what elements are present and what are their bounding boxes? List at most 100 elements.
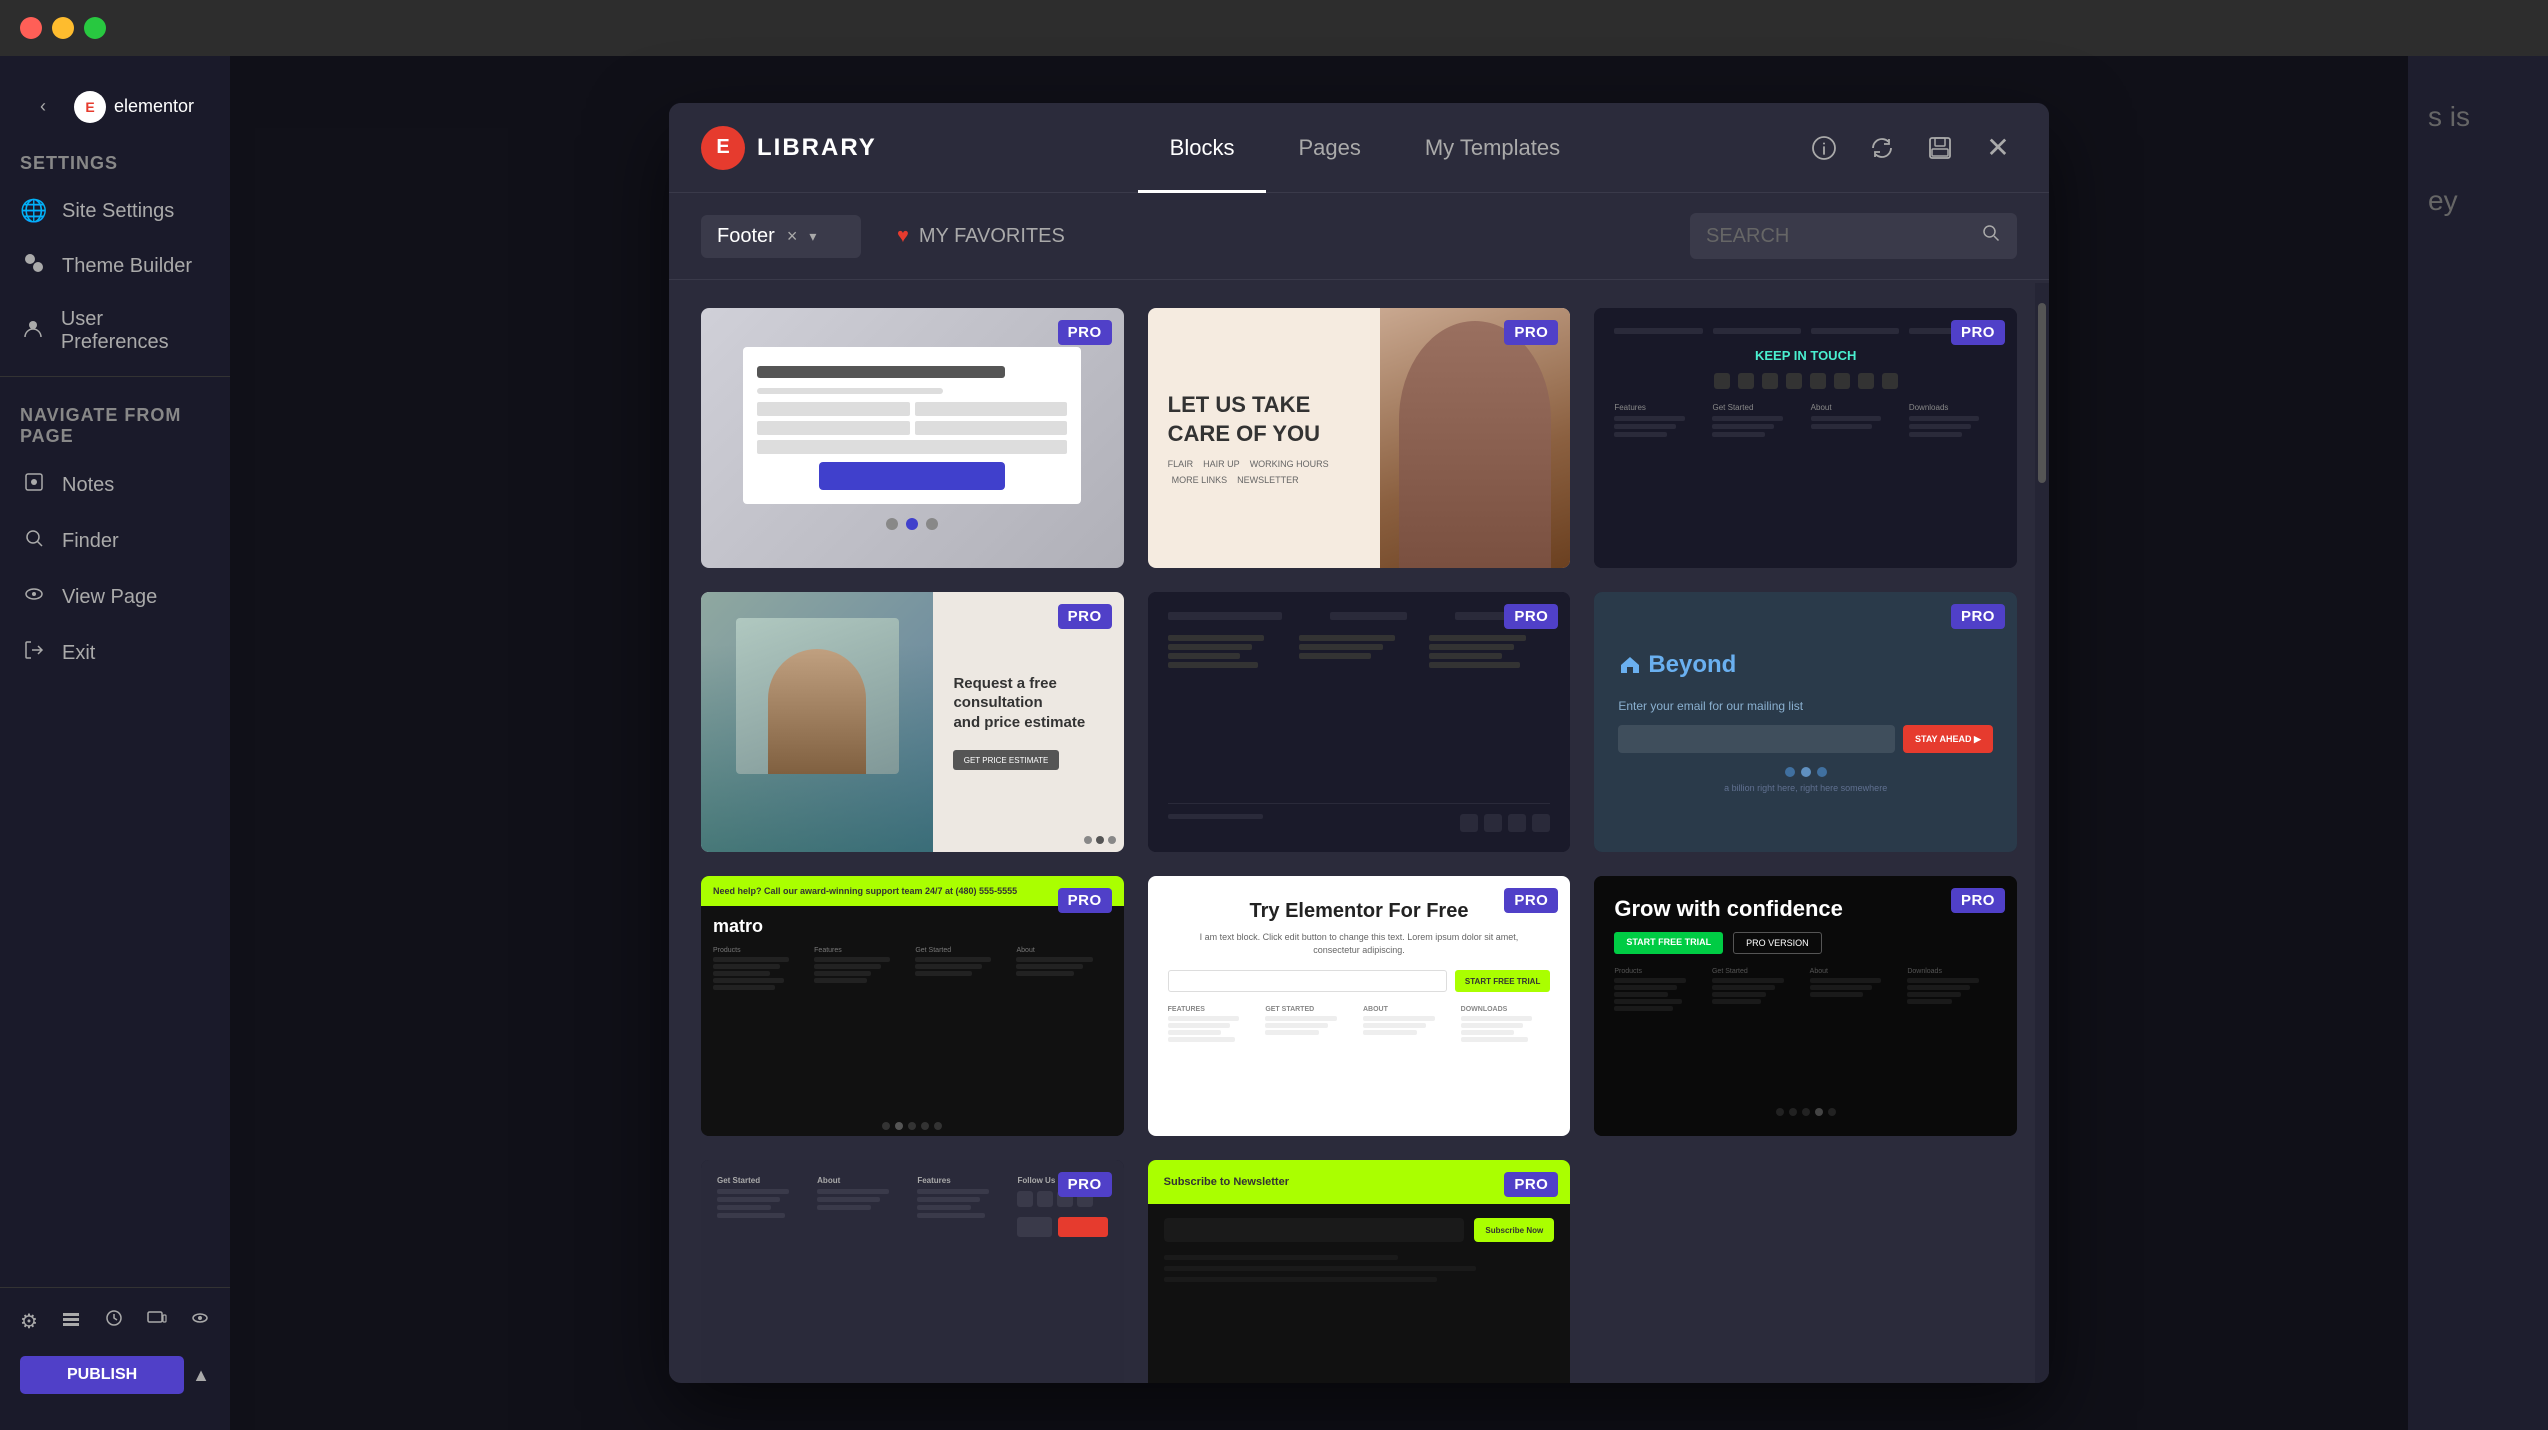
globe-icon: 🌐 xyxy=(20,198,48,224)
sidebar-item-exit[interactable]: Exit xyxy=(0,625,230,681)
template-thumb-footer-dark: KEEP IN TOUCH xyxy=(1594,308,2017,568)
sidebar-item-finder[interactable]: Finder xyxy=(0,513,230,569)
close-button[interactable]: ✕ xyxy=(1979,129,2017,167)
dropdown-arrow-icon: ▾ xyxy=(809,228,816,245)
settings-icon-btn[interactable]: ⚙ xyxy=(20,1309,38,1334)
filter-label: Footer xyxy=(717,225,775,248)
template-card-schedule[interactable]: PRO xyxy=(701,308,1124,568)
template-thumb-schedule xyxy=(701,308,1124,568)
app-title: elementor xyxy=(114,96,194,117)
favorites-label: MY FAVORITES xyxy=(919,225,1065,248)
sidebar-label-view-page: View Page xyxy=(62,586,157,609)
finder-icon xyxy=(20,527,48,555)
sidebar-label-exit: Exit xyxy=(62,642,95,665)
template-card-footer-header[interactable]: Get Started About xyxy=(701,1160,1124,1383)
save-icon-btn[interactable] xyxy=(1921,129,1959,167)
sidebar-bottom: ⚙ xyxy=(0,1269,230,1414)
scrollbar-thumb[interactable] xyxy=(2038,303,2046,483)
favorites-button[interactable]: ♥ MY FAVORITES xyxy=(881,215,1081,258)
tab-pages[interactable]: Pages xyxy=(1266,103,1392,193)
sidebar: ‹ E elementor SETTINGS 🌐 Site Settings T… xyxy=(0,56,230,1430)
info-icon-btn[interactable] xyxy=(1805,129,1843,167)
back-button[interactable]: ‹ xyxy=(20,88,66,125)
template-card-grow[interactable]: Grow with confidence START FREE TRIAL PR… xyxy=(1594,876,2017,1136)
templates-grid: PRO LET US TAKE CARE OF YOU FLAIR HAIR U… xyxy=(701,308,2017,1383)
template-thumb-beyond: Beyond Enter your email for our mailing … xyxy=(1594,592,2017,852)
sidebar-label-user-preferences: User Preferences xyxy=(61,308,210,354)
traffic-light-red[interactable] xyxy=(20,17,42,39)
modal-logo-text: LIBRARY xyxy=(757,134,877,162)
modal-logo: E LIBRARY xyxy=(701,126,877,170)
filter-clear-btn[interactable]: × xyxy=(787,226,798,247)
right-panel-text: s isey xyxy=(2408,56,2548,262)
pro-badge-footer-dark: PRO xyxy=(1951,320,2005,345)
template-thumb-grow: Grow with confidence START FREE TRIAL PR… xyxy=(1594,876,2017,1136)
theme-builder-icon xyxy=(20,252,48,280)
publish-button[interactable]: PUBLISH xyxy=(20,1356,184,1394)
traffic-light-yellow[interactable] xyxy=(52,17,74,39)
sync-icon-btn[interactable] xyxy=(1863,129,1901,167)
sidebar-divider-2 xyxy=(0,1287,230,1288)
modal-logo-icon: E xyxy=(701,126,745,170)
template-card-beauty[interactable]: LET US TAKE CARE OF YOU FLAIR HAIR UP WO… xyxy=(1148,308,1571,568)
app-logo: E xyxy=(74,91,106,123)
sidebar-item-view-page[interactable]: View Page xyxy=(0,569,230,625)
template-card-matro-green[interactable]: Need help? Call our award-winning suppor… xyxy=(701,876,1124,1136)
pro-badge: PRO xyxy=(1058,320,1112,345)
title-bar xyxy=(0,0,2548,56)
sidebar-divider-1 xyxy=(0,376,230,377)
template-card-consultation[interactable]: Request a freeconsultationand price esti… xyxy=(701,592,1124,852)
pro-badge-try-elementor: PRO xyxy=(1504,888,1558,913)
template-thumb-consultation: Request a freeconsultationand price esti… xyxy=(701,592,1124,852)
preview-icon-btn[interactable] xyxy=(190,1308,210,1334)
sidebar-item-notes[interactable]: Notes xyxy=(0,457,230,513)
search-container[interactable] xyxy=(1690,213,2017,259)
pro-badge-matro-green: PRO xyxy=(1058,888,1112,913)
library-modal: E LIBRARY Blocks Pages My Templates xyxy=(669,103,2049,1383)
modal-toolbar: Footer × ▾ ♥ MY FAVORITES xyxy=(669,193,2049,280)
template-card-footer-dark[interactable]: KEEP IN TOUCH xyxy=(1594,308,2017,568)
heart-icon: ♥ xyxy=(897,225,909,248)
traffic-light-green[interactable] xyxy=(84,17,106,39)
sidebar-item-theme-builder[interactable]: Theme Builder xyxy=(0,238,230,294)
pro-badge-beyond: PRO xyxy=(1951,604,2005,629)
pro-badge-footer-links: PRO xyxy=(1504,604,1558,629)
modal-overlay: E LIBRARY Blocks Pages My Templates xyxy=(230,56,2408,1430)
template-card-subscribe[interactable]: Subscribe to Newsletter Subscribe Now xyxy=(1148,1160,1571,1383)
modal-header-actions: ✕ xyxy=(1805,129,2017,167)
sidebar-label-site-settings: Site Settings xyxy=(62,200,174,223)
pro-badge-consultation: PRO xyxy=(1058,604,1112,629)
sidebar-label-finder: Finder xyxy=(62,530,119,553)
template-card-try-elementor[interactable]: Try Elementor For Free I am text block. … xyxy=(1148,876,1571,1136)
view-icon xyxy=(20,583,48,611)
notes-icon xyxy=(20,471,48,499)
history-icon-btn[interactable] xyxy=(104,1308,124,1334)
sidebar-label-notes: Notes xyxy=(62,474,114,497)
layers-icon-btn[interactable] xyxy=(61,1308,81,1334)
sidebar-item-user-preferences[interactable]: User Preferences xyxy=(0,294,230,368)
app-background: ‹ E elementor SETTINGS 🌐 Site Settings T… xyxy=(0,56,2548,1430)
main-content: E LIBRARY Blocks Pages My Templates xyxy=(230,56,2408,1430)
template-card-footer-links[interactable]: PRO xyxy=(1148,592,1571,852)
pro-badge-subscribe: PRO xyxy=(1504,1172,1558,1197)
template-thumb-beauty: LET US TAKE CARE OF YOU FLAIR HAIR UP WO… xyxy=(1148,308,1571,568)
modal-content[interactable]: PRO LET US TAKE CARE OF YOU FLAIR HAIR U… xyxy=(669,280,2049,1383)
filter-dropdown[interactable]: Footer × ▾ xyxy=(701,215,861,258)
tab-my-templates[interactable]: My Templates xyxy=(1393,103,1592,193)
pro-badge-footer-header: PRO xyxy=(1058,1172,1112,1197)
right-panel: s isey xyxy=(2408,56,2548,1430)
modal-scrollbar[interactable] xyxy=(2035,283,2049,1383)
sidebar-item-site-settings[interactable]: 🌐 Site Settings xyxy=(0,184,230,238)
tab-blocks[interactable]: Blocks xyxy=(1138,103,1267,193)
pro-badge-grow: PRO xyxy=(1951,888,2005,913)
search-icon xyxy=(1981,223,2001,249)
search-input[interactable] xyxy=(1706,225,1971,248)
user-icon xyxy=(20,317,47,345)
responsive-icon-btn[interactable] xyxy=(147,1308,167,1334)
template-thumb-try-elementor: Try Elementor For Free I am text block. … xyxy=(1148,876,1571,1136)
publish-arrow[interactable]: ▲ xyxy=(192,1365,210,1386)
settings-section-title: SETTINGS xyxy=(0,133,230,184)
template-card-beyond[interactable]: Beyond Enter your email for our mailing … xyxy=(1594,592,2017,852)
navigate-section-title: NAVIGATE FROM PAGE xyxy=(0,385,230,457)
modal-header: E LIBRARY Blocks Pages My Templates xyxy=(669,103,2049,193)
